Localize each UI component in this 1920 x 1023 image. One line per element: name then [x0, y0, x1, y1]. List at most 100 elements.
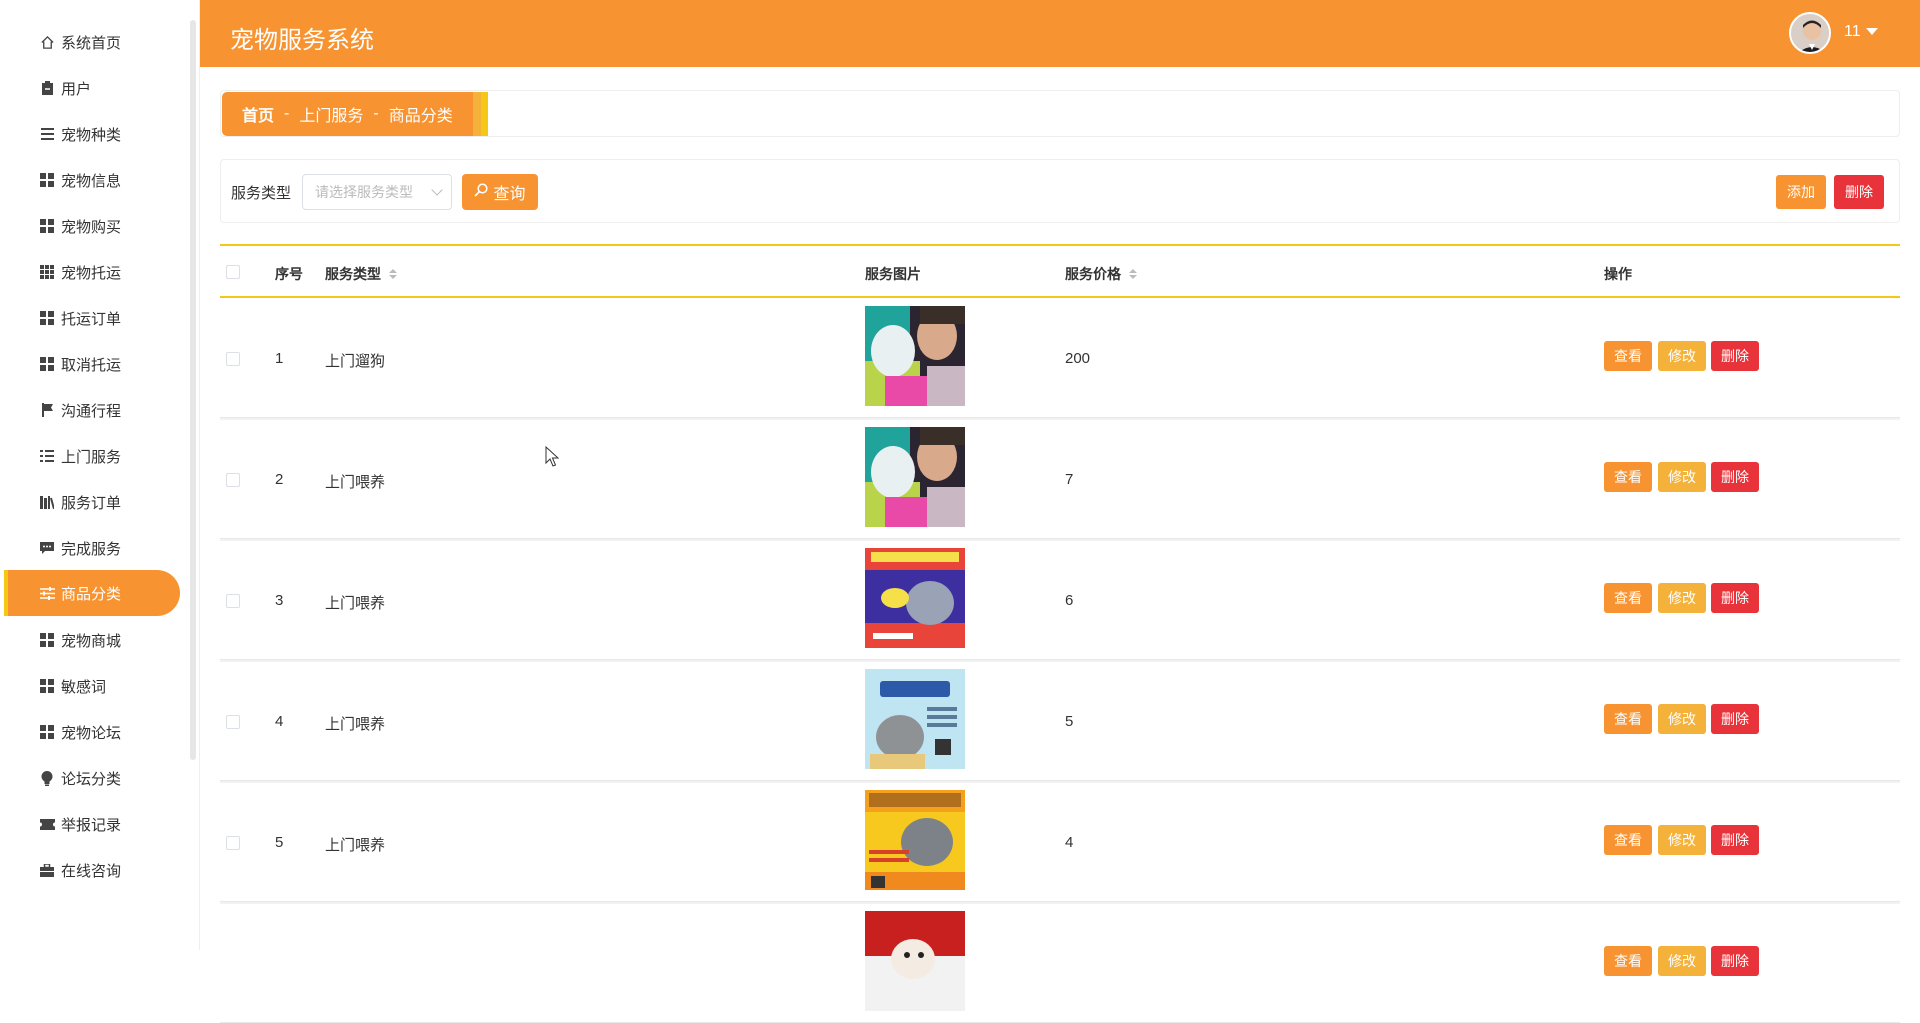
service-image[interactable] [865, 427, 965, 527]
delete-button[interactable]: 删除 [1711, 946, 1759, 976]
chevron-down-icon[interactable] [1866, 28, 1878, 35]
username[interactable]: 11 [1844, 23, 1861, 41]
breadcrumb-current: 商品分类 [388, 108, 453, 125]
view-button[interactable]: 查看 [1604, 462, 1652, 492]
sort-icon[interactable] [389, 269, 397, 279]
delete-button[interactable]: 删除 [1711, 341, 1759, 371]
sidebar-item-report-records[interactable]: 举报记录 [4, 801, 180, 847]
sidebar-item-label: 宠物购买 [61, 218, 122, 236]
sidebar-item-label: 用户 [61, 80, 92, 98]
sidebar-item-pet-forum[interactable]: 宠物论坛 [4, 709, 180, 755]
sidebar-item-online-consult[interactable]: 在线咨询 [4, 847, 180, 893]
service-image[interactable] [865, 306, 965, 406]
sidebar-item-label: 托运订单 [61, 310, 122, 328]
delete-button[interactable]: 删除 [1711, 462, 1759, 492]
row-index: 1 [275, 350, 284, 367]
menu-lines-icon [39, 126, 55, 142]
sidebar-item-pet-purchase[interactable]: 宠物购买 [4, 203, 180, 249]
sidebar-item-label: 系统首页 [61, 34, 122, 52]
row-service-type: 上门喂养 [325, 595, 386, 612]
row-checkbox[interactable] [226, 352, 240, 366]
sidebar-item-sensitive-words[interactable]: 敏感词 [4, 663, 180, 709]
select-all-checkbox[interactable] [226, 265, 240, 279]
sidebar-item-pet-category[interactable]: 宠物种类 [4, 111, 180, 157]
sidebar-item-service-orders[interactable]: 服务订单 [4, 479, 180, 525]
sidebar-item-pet-shipping[interactable]: 宠物托运 [4, 249, 180, 295]
service-image[interactable] [865, 911, 965, 1011]
view-button[interactable]: 查看 [1604, 946, 1652, 976]
sliders-icon [39, 585, 55, 601]
table-row: 4 上门喂养 5 查看 修改 删除 [220, 663, 1900, 781]
view-button[interactable]: 查看 [1604, 341, 1652, 371]
sidebar-item-cancel-shipping[interactable]: 取消托运 [4, 341, 180, 387]
sidebar-item-product-category[interactable]: 商品分类 [4, 570, 180, 616]
delete-button[interactable]: 删除 [1711, 825, 1759, 855]
grid9-icon [39, 264, 55, 280]
sidebar-item-home[interactable]: 系统首页 [4, 19, 180, 65]
app-title: 宠物服务系统 [230, 27, 374, 54]
service-image[interactable] [865, 548, 965, 648]
service-type-select[interactable]: 请选择服务类型 [302, 174, 452, 210]
service-image[interactable] [865, 790, 965, 890]
sidebar-item-user[interactable]: 用户 [4, 65, 180, 111]
row-index: 3 [275, 592, 284, 609]
search-icon [474, 182, 489, 202]
row-service-price: 6 [1065, 592, 1074, 609]
table-row: 查看 修改 删除 [220, 905, 1900, 1023]
sidebar-item-shipping-orders[interactable]: 托运订单 [4, 295, 180, 341]
sidebar-item-label: 宠物论坛 [61, 724, 122, 742]
breadcrumb-home[interactable]: 首页 [242, 102, 274, 126]
row-checkbox[interactable] [226, 715, 240, 729]
batch-delete-button[interactable]: 删除 [1834, 175, 1884, 209]
sidebar-scrollbar[interactable] [190, 20, 196, 760]
service-type-placeholder: 请选择服务类型 [315, 184, 413, 200]
table-row: 1 上门遛狗 200 查看 修改 删除 [220, 300, 1900, 418]
breadcrumb-parent[interactable]: 上门服务 [299, 102, 363, 126]
edit-button[interactable]: 修改 [1658, 704, 1706, 734]
list-icon [39, 448, 55, 464]
query-button[interactable]: 查询 [462, 174, 538, 210]
sidebar-item-label: 沟通行程 [61, 402, 122, 420]
row-index: 2 [275, 471, 284, 488]
avatar[interactable] [1789, 12, 1831, 54]
grid-icon [39, 356, 55, 372]
edit-button[interactable]: 修改 [1658, 341, 1706, 371]
edit-button[interactable]: 修改 [1658, 462, 1706, 492]
sort-icon[interactable] [1129, 269, 1137, 279]
row-service-price: 200 [1065, 350, 1091, 367]
row-checkbox[interactable] [226, 473, 240, 487]
sidebar-item-pet-mall[interactable]: 宠物商城 [4, 617, 180, 663]
sidebar-item-home-service[interactable]: 上门服务 [4, 433, 180, 479]
search-bar: 服务类型 请选择服务类型 查询 添加 删除 [220, 159, 1900, 223]
row-service-type: 上门喂养 [325, 474, 386, 491]
edit-button[interactable]: 修改 [1658, 583, 1706, 613]
delete-button[interactable]: 删除 [1711, 704, 1759, 734]
sidebar-item-pet-info[interactable]: 宠物信息 [4, 157, 180, 203]
chevron-down-icon [431, 184, 443, 196]
sidebar-item-label: 敏感词 [61, 678, 107, 696]
grid-icon [39, 724, 55, 740]
view-button[interactable]: 查看 [1604, 583, 1652, 613]
sidebar-item-label: 举报记录 [61, 816, 122, 834]
delete-button[interactable]: 删除 [1711, 583, 1759, 613]
clipboard-icon [39, 80, 55, 96]
service-image[interactable] [865, 669, 965, 769]
edit-button[interactable]: 修改 [1658, 825, 1706, 855]
row-checkbox[interactable] [226, 594, 240, 608]
view-button[interactable]: 查看 [1604, 704, 1652, 734]
table-header: 序号 服务类型 服务图片 服务价格 操作 [220, 244, 1900, 298]
edit-button[interactable]: 修改 [1658, 946, 1706, 976]
view-button[interactable]: 查看 [1604, 825, 1652, 855]
header-service-price[interactable]: 服务价格 [1065, 264, 1137, 284]
header-service-type[interactable]: 服务类型 [325, 264, 397, 284]
row-checkbox[interactable] [226, 836, 240, 850]
header-label: 服务类型 [325, 266, 381, 282]
sidebar-item-communication[interactable]: 沟通行程 [4, 387, 180, 433]
breadcrumb-separator: - [373, 105, 379, 122]
add-button[interactable]: 添加 [1776, 175, 1826, 209]
sidebar-item-forum-category[interactable]: 论坛分类 [4, 755, 180, 801]
breadcrumb-bar: 首页 - 上门服务 - 商品分类 [220, 90, 1900, 137]
service-type-label: 服务类型 [231, 185, 292, 202]
sidebar-item-label: 上门服务 [61, 448, 122, 466]
sidebar-item-completed-service[interactable]: 完成服务 [4, 525, 180, 571]
